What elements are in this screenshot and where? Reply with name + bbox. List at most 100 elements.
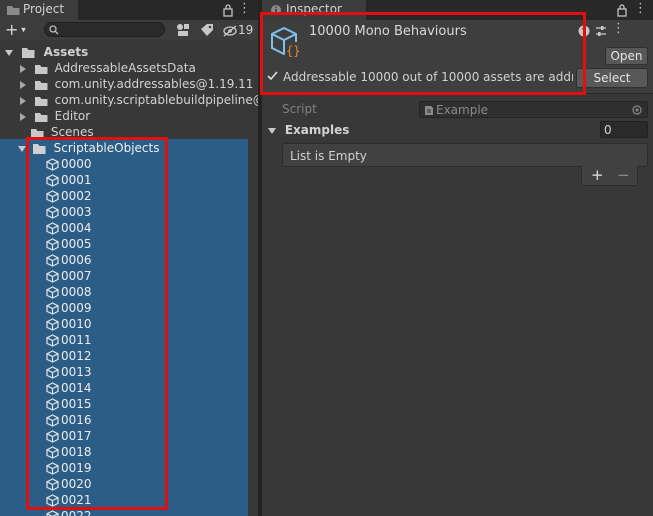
scriptable-object-icon [46, 286, 59, 299]
asset-list-item[interactable]: 0011 [46, 332, 92, 348]
scriptable-object-icon [46, 270, 59, 283]
asset-list-item[interactable]: 0019 [46, 460, 92, 476]
expand-arrow-icon [268, 127, 276, 134]
scriptable-object-icon [46, 222, 59, 235]
asset-list-item[interactable]: 0021 [46, 492, 92, 508]
asset-name: 0021 [61, 493, 92, 507]
asset-list-item[interactable]: 0022 [46, 508, 92, 516]
tree-item-folder[interactable]: com.unity.scriptablebuildpipeline@1 [20, 92, 258, 108]
tree-item-folder[interactable]: Scenes [30, 124, 258, 140]
tree-item-assets[interactable]: Assets [5, 44, 245, 60]
search-input[interactable] [44, 22, 165, 37]
hidden-count: 19 [238, 23, 254, 37]
scriptable-object-icon [46, 206, 59, 219]
asset-name: 0018 [61, 445, 92, 459]
asset-list-item[interactable]: 0016 [46, 412, 92, 428]
asset-list-item[interactable]: 0018 [46, 444, 92, 460]
tree-item-folder[interactable]: Editor [20, 108, 258, 124]
asset-name: 0003 [61, 205, 92, 219]
eye-slash-icon [223, 25, 237, 36]
asset-name: 0002 [61, 189, 92, 203]
scriptable-object-icon [46, 382, 59, 395]
project-menu-icon[interactable]: ⋮ [238, 2, 251, 16]
inspector-tab[interactable]: Inspector [262, 0, 366, 20]
asset-name: 0009 [61, 301, 92, 315]
asset-list-item[interactable]: 0017 [46, 428, 92, 444]
svg-text:?: ? [581, 27, 586, 37]
select-button[interactable]: Select [576, 68, 648, 88]
open-button[interactable]: Open [605, 47, 648, 65]
tree-item-scriptableobjects[interactable]: ScriptableObjects [18, 140, 246, 156]
project-tab[interactable]: Project [0, 0, 78, 20]
asset-list-item[interactable]: 0013 [46, 364, 92, 380]
filter-by-type-icon[interactable] [176, 23, 190, 37]
collapse-arrow-icon [20, 64, 26, 73]
asset-name: 0014 [61, 381, 92, 395]
asset-list-item[interactable]: 0008 [46, 284, 92, 300]
asset-list-item[interactable]: 0003 [46, 204, 92, 220]
menu-icon[interactable]: ⋮ [634, 2, 647, 16]
addressable-label: Addressable [283, 70, 357, 84]
examples-size-field[interactable]: 0 [600, 121, 648, 138]
tree-folder-label: AddressableAssetsData [54, 61, 196, 75]
selection-highlight [0, 139, 248, 516]
asset-name: 0019 [61, 461, 92, 475]
script-value: Example [436, 103, 489, 117]
asset-list-item[interactable]: 0015 [46, 396, 92, 412]
asset-list-item[interactable]: 0002 [46, 188, 92, 204]
context-menu-icon[interactable]: ⋮ [612, 22, 625, 36]
tree-root-label: Assets [43, 45, 89, 59]
examples-foldout[interactable]: Examples [268, 122, 349, 138]
asset-name: 0012 [61, 349, 92, 363]
help-icon[interactable]: ? [578, 25, 590, 37]
asset-list-item[interactable]: 0020 [46, 476, 92, 492]
asset-name: 0004 [61, 221, 92, 235]
asset-list-item[interactable]: 0005 [46, 236, 92, 252]
asset-name: 0011 [61, 333, 92, 347]
asset-list-item[interactable]: 0009 [46, 300, 92, 316]
project-tree: Assets AddressableAssetsData com.unity.a… [0, 40, 258, 516]
asset-list-item[interactable]: 0001 [46, 172, 92, 188]
asset-list-item[interactable]: 0012 [46, 348, 92, 364]
asset-list-item[interactable]: 0014 [46, 380, 92, 396]
mono-behaviour-icon: {} [271, 26, 302, 58]
folder-icon [34, 80, 48, 90]
asset-list-item[interactable]: 0010 [46, 316, 92, 332]
collapse-arrow-icon [20, 112, 26, 121]
folder-open-icon [32, 144, 46, 154]
asset-name: 0007 [61, 269, 92, 283]
scriptable-object-icon [46, 462, 59, 475]
asset-list-item[interactable]: 0006 [46, 252, 92, 268]
add-element-button[interactable]: + [591, 166, 604, 184]
asset-name: 0000 [61, 157, 92, 171]
scriptable-object-icon [46, 366, 59, 379]
create-button[interactable]: + ▾ [5, 20, 35, 40]
hidden-packages-toggle[interactable]: 19 [222, 21, 253, 39]
folder-icon [34, 96, 48, 106]
scriptable-object-icon [46, 446, 59, 459]
asset-list-item[interactable]: 0000 [46, 156, 92, 172]
checkmark-icon[interactable] [267, 71, 278, 81]
asset-name: 0016 [61, 413, 92, 427]
presets-icon[interactable] [595, 25, 607, 37]
inspector-title: 10000 Mono Behaviours [309, 24, 467, 39]
script-field: Example [419, 101, 648, 118]
asset-list-item[interactable]: 0007 [46, 268, 92, 284]
remove-element-button[interactable]: − [617, 166, 630, 184]
scriptable-object-icon [46, 478, 59, 491]
svg-text:{}: {} [286, 44, 300, 58]
lock-icon[interactable] [616, 3, 628, 17]
asset-name: 0020 [61, 477, 92, 491]
info-icon [271, 5, 281, 15]
add-label: + [5, 20, 19, 39]
asset-list-item[interactable]: 0004 [46, 220, 92, 236]
scriptable-object-icon [46, 190, 59, 203]
scriptable-object-icon [46, 350, 59, 363]
label-icon[interactable] [200, 23, 214, 37]
lock-icon[interactable] [222, 3, 234, 17]
tree-item-folder[interactable]: com.unity.addressables@1.19.11 [20, 76, 258, 92]
scriptable-object-icon [46, 158, 59, 171]
scriptable-object-icon [46, 494, 59, 507]
folder-icon [34, 64, 48, 74]
tree-item-folder[interactable]: AddressableAssetsData [20, 60, 258, 76]
